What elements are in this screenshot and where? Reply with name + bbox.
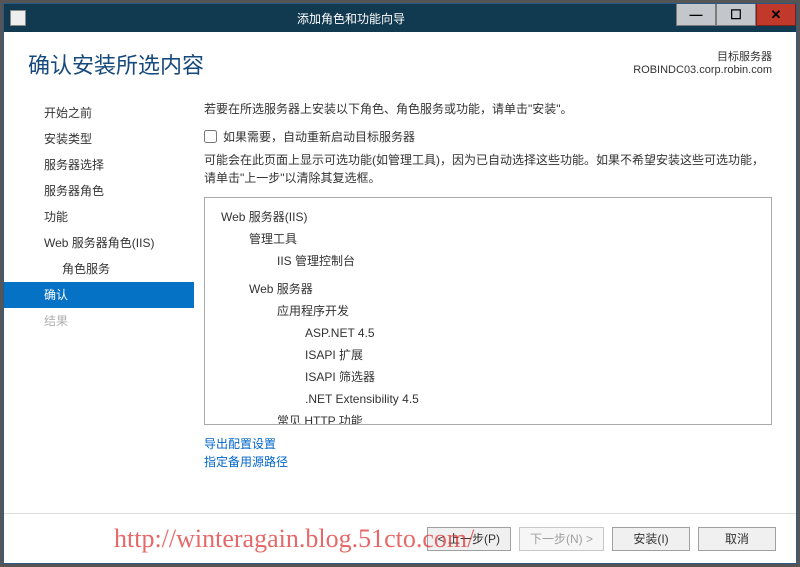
tree-item: ASP.NET 4.5	[221, 322, 763, 344]
tree-item: IIS 管理控制台	[221, 250, 763, 272]
destination-server: ROBINDC03.corp.robin.com	[633, 64, 772, 76]
wizard-body: 确认安装所选内容 目标服务器 ROBINDC03.corp.robin.com …	[4, 32, 796, 563]
app-icon	[10, 10, 26, 26]
nav-server-select[interactable]: 服务器选择	[4, 152, 194, 178]
content-pane: 若要在所选服务器上安装以下角色、角色服务或功能，请单击"安装"。 如果需要，自动…	[194, 92, 796, 513]
nav-before-begin[interactable]: 开始之前	[4, 100, 194, 126]
nav-confirm[interactable]: 确认	[4, 282, 194, 308]
wizard-header: 确认安装所选内容 目标服务器 ROBINDC03.corp.robin.com	[4, 32, 796, 84]
selection-tree[interactable]: Web 服务器(IIS) 管理工具 IIS 管理控制台 Web 服务器 应用程序…	[204, 197, 772, 425]
bottom-links: 导出配置设置 指定备用源路径	[204, 425, 772, 471]
tree-item: .NET Extensibility 4.5	[221, 388, 763, 410]
destination-box: 目标服务器 ROBINDC03.corp.robin.com	[633, 48, 772, 80]
destination-label: 目标服务器	[633, 48, 772, 64]
tree-item: Web 服务器	[221, 278, 763, 300]
export-config-link[interactable]: 导出配置设置	[204, 435, 772, 453]
tree-item: 管理工具	[221, 228, 763, 250]
cancel-button[interactable]: 取消	[698, 527, 776, 551]
wizard-window: 添加角色和功能向导 — ☐ ✕ 确认安装所选内容 目标服务器 ROBINDC03…	[3, 3, 797, 564]
close-button[interactable]: ✕	[756, 4, 796, 26]
nav-features[interactable]: 功能	[4, 204, 194, 230]
tree-item: 常见 HTTP 功能	[221, 410, 763, 425]
alt-source-link[interactable]: 指定备用源路径	[204, 453, 772, 471]
restart-checkbox[interactable]	[204, 130, 217, 143]
restart-checkbox-label: 如果需要，自动重新启动目标服务器	[223, 128, 415, 145]
wizard-footer: http://winteragain.blog.51cto.com/ < 上一步…	[4, 513, 796, 563]
tree-item: ISAPI 筛选器	[221, 366, 763, 388]
minimize-button[interactable]: —	[676, 4, 716, 26]
tree-item: ISAPI 扩展	[221, 344, 763, 366]
intro-text: 若要在所选服务器上安装以下角色、角色服务或功能，请单击"安装"。	[204, 100, 772, 118]
window-title: 添加角色和功能向导	[26, 10, 676, 27]
nav-install-type[interactable]: 安装类型	[4, 126, 194, 152]
restart-checkbox-row: 如果需要，自动重新启动目标服务器	[204, 128, 772, 145]
nav-server-roles[interactable]: 服务器角色	[4, 178, 194, 204]
tree-item: Web 服务器(IIS)	[221, 206, 763, 228]
install-button[interactable]: 安装(I)	[612, 527, 690, 551]
nav-iis-role[interactable]: Web 服务器角色(IIS)	[4, 230, 194, 256]
optional-note: 可能会在此页面上显示可选功能(如管理工具)，因为已自动选择这些功能。如果不希望安…	[204, 151, 772, 187]
maximize-button[interactable]: ☐	[716, 4, 756, 26]
nav-results: 结果	[4, 308, 194, 334]
watermark-text: http://winteragain.blog.51cto.com/	[114, 524, 474, 554]
wizard-main: 开始之前 安装类型 服务器选择 服务器角色 功能 Web 服务器角色(IIS) …	[4, 84, 796, 513]
tree-item: 应用程序开发	[221, 300, 763, 322]
next-button: 下一步(N) >	[519, 527, 604, 551]
nav-role-services[interactable]: 角色服务	[4, 256, 194, 282]
titlebar[interactable]: 添加角色和功能向导 — ☐ ✕	[4, 4, 796, 32]
nav-sidebar: 开始之前 安装类型 服务器选择 服务器角色 功能 Web 服务器角色(IIS) …	[4, 92, 194, 513]
page-title: 确认安装所选内容	[28, 48, 633, 80]
window-controls: — ☐ ✕	[676, 4, 796, 32]
